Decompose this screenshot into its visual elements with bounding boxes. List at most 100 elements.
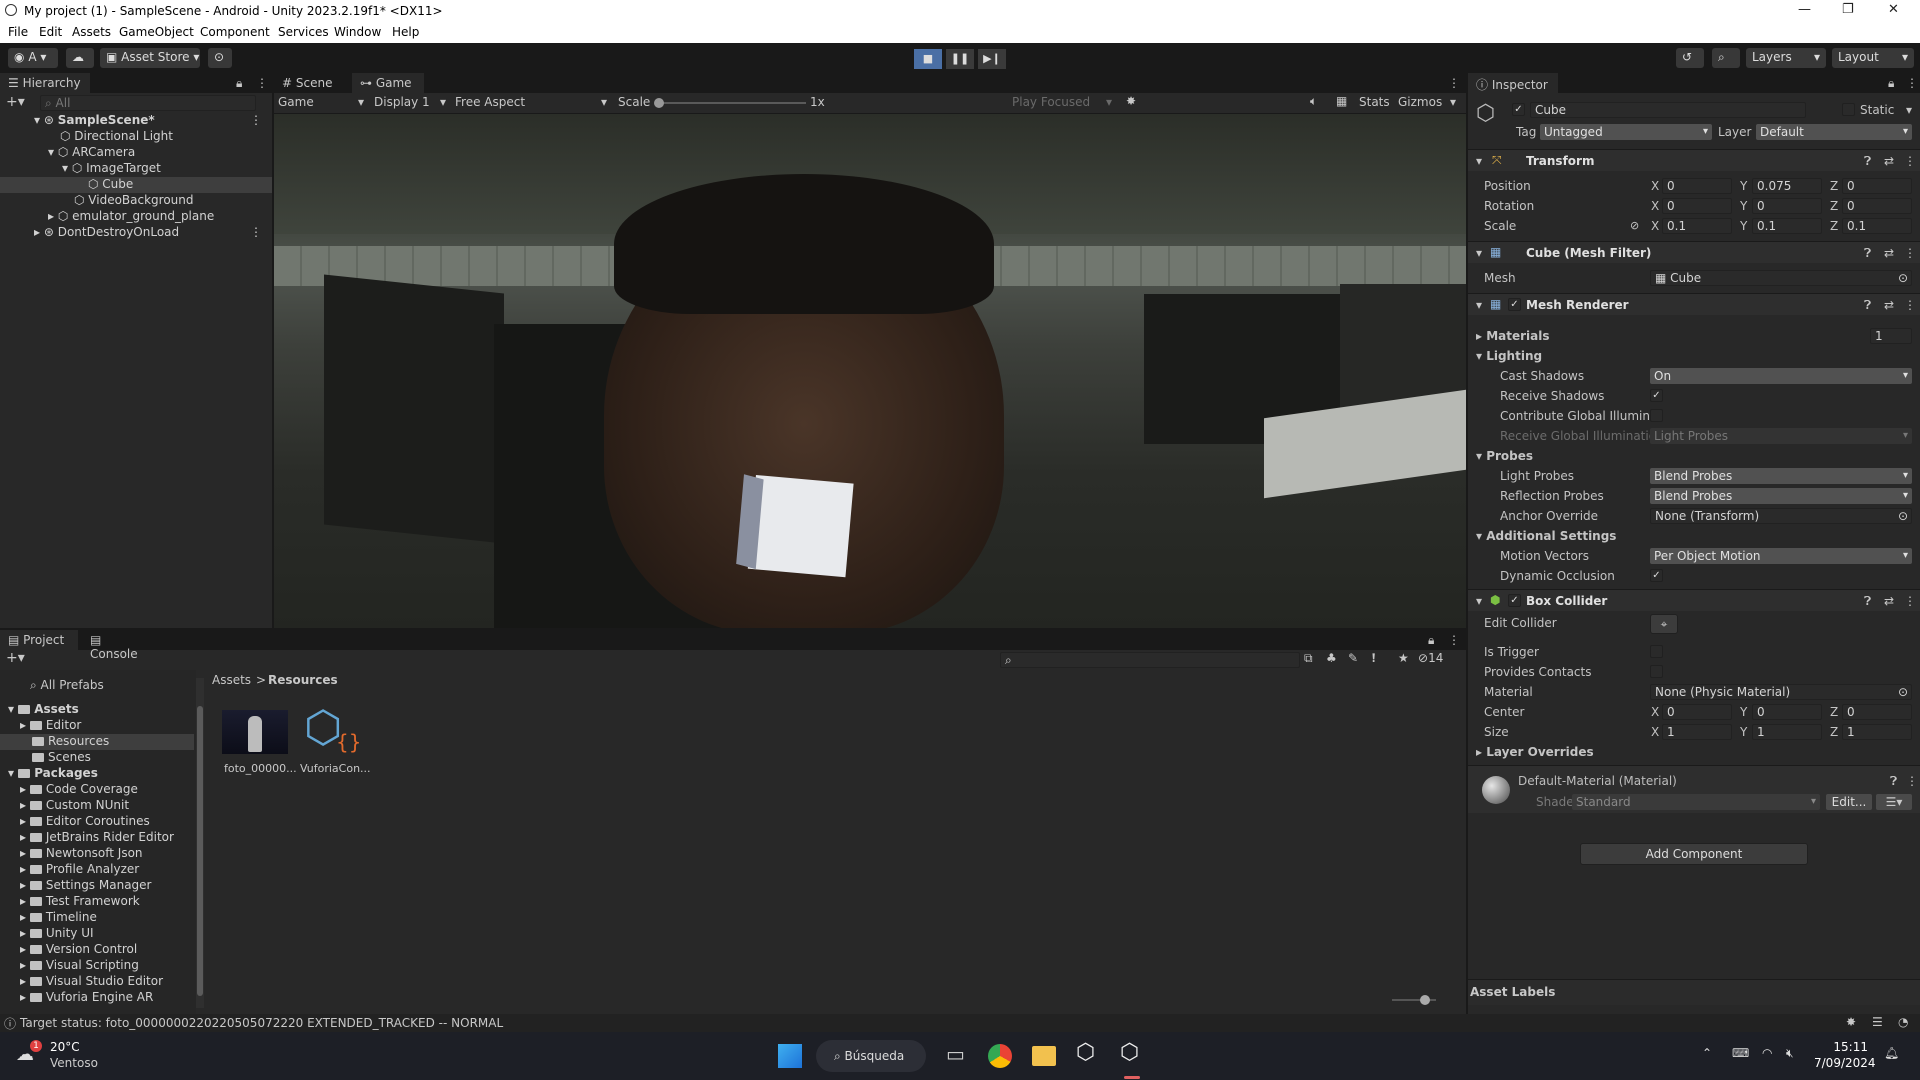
hierarchy-item-arcamera[interactable]: ▾ ⬡ ARCamera <box>0 145 135 161</box>
scale-z-field[interactable]: 0.1 <box>1842 218 1912 234</box>
mute-audio-icon[interactable]: 🔈︎ <box>1310 94 1317 109</box>
hierarchy-item-ground-plane[interactable]: ▸ ⬡ emulator_ground_plane <box>0 209 214 225</box>
tree-item-package[interactable]: ▸ Settings Manager <box>20 878 151 894</box>
rotation-x-field[interactable]: 0 <box>1662 198 1732 214</box>
tab-hierarchy[interactable]: ☰ Hierarchy <box>0 73 90 93</box>
hidden-packages-icon[interactable]: ⊘14 <box>1418 651 1443 665</box>
position-x-field[interactable]: 0 <box>1662 178 1732 194</box>
add-component-button[interactable]: Add Component <box>1580 843 1808 865</box>
size-y-field[interactable]: 1 <box>1752 724 1822 740</box>
kebab-menu-icon[interactable]: ⋮ <box>1448 633 1460 647</box>
hierarchy-item-imagetarget[interactable]: ▾ ⬡ ImageTarget <box>0 161 161 177</box>
cache-server-icon[interactable]: ☰ <box>1872 1015 1883 1029</box>
shader-edit-button[interactable]: Edit... <box>1826 794 1872 810</box>
presets-icon[interactable]: ⇄ <box>1884 594 1894 608</box>
tree-item-scenes[interactable]: Scenes <box>32 750 91 766</box>
tree-item-package[interactable]: ▸ Profile Analyzer <box>20 862 139 878</box>
menu-component[interactable]: Component <box>200 25 270 39</box>
kebab-menu-icon[interactable]: ⋮ <box>1904 298 1916 312</box>
layout-dropdown[interactable]: Layout ▾ <box>1832 48 1914 68</box>
search-by-label-icon[interactable]: ♣ <box>1326 651 1337 665</box>
size-x-field[interactable]: 1 <box>1662 724 1732 740</box>
add-object-button[interactable]: +▾ <box>6 94 25 110</box>
gizmos-button[interactable]: Gizmos <box>1398 95 1442 109</box>
tree-item-package[interactable]: ▸ Newtonsoft Json <box>20 846 143 862</box>
position-z-field[interactable]: 0 <box>1842 178 1912 194</box>
account-button[interactable]: ◉ A ▾ <box>8 48 58 68</box>
hierarchy-item-videobackground[interactable]: ⬡ VideoBackground <box>0 193 194 209</box>
reflection-probes-dropdown[interactable]: Blend Probes <box>1650 488 1912 504</box>
menu-edit[interactable]: Edit <box>39 25 62 39</box>
foldout-arrow-icon[interactable]: ▾ <box>1476 298 1482 312</box>
tree-item-package[interactable]: ▸ Custom NUnit <box>20 798 129 814</box>
kebab-menu-icon[interactable]: ⋮ <box>1904 154 1916 168</box>
center-z-field[interactable]: 0 <box>1842 704 1912 720</box>
dynamic-occlusion-checkbox[interactable]: ✓ <box>1650 569 1663 582</box>
breadcrumb-resources[interactable]: Resources <box>268 673 338 687</box>
create-asset-button[interactable]: +▾ <box>6 650 25 666</box>
kebab-menu-icon[interactable]: ⋮ <box>1906 774 1918 788</box>
hierarchy-item-directional-light[interactable]: ⬡ Directional Light <box>0 129 173 145</box>
presets-icon[interactable]: ⇄ <box>1884 154 1894 168</box>
display-dropdown[interactable]: Display 1 ▾ <box>374 95 446 109</box>
wifi-icon[interactable]: ◠ <box>1762 1046 1772 1060</box>
clock-date[interactable]: 7/09/2024 <box>1814 1056 1876 1070</box>
step-button[interactable]: ▶❙ <box>978 49 1006 69</box>
taskbar-search[interactable]: ⌕ Búsqueda <box>816 1040 926 1072</box>
minimize-button[interactable]: — <box>1798 2 1811 17</box>
materials-foldout[interactable]: ▸ Materials <box>1476 329 1550 343</box>
contribute-gi-checkbox[interactable] <box>1650 409 1663 422</box>
kebab-menu-icon[interactable]: ⋮ <box>256 76 268 90</box>
play-button[interactable]: ■ <box>914 49 942 69</box>
chrome-icon[interactable] <box>988 1044 1012 1068</box>
help-icon[interactable]: ❓︎ <box>1864 154 1871 169</box>
scale-slider-handle[interactable] <box>654 98 664 108</box>
scrollbar-thumb[interactable] <box>197 706 203 996</box>
scale-slider[interactable] <box>654 98 806 108</box>
scale-y-field[interactable]: 0.1 <box>1752 218 1822 234</box>
thumbnail-size-slider[interactable] <box>1392 995 1436 1005</box>
box-collider-enabled-checkbox[interactable]: ✓ <box>1508 594 1521 607</box>
status-message[interactable]: Target status: foto_00000002202205050722… <box>20 1016 503 1030</box>
weather-icon[interactable]: ☁ 1 <box>16 1040 42 1066</box>
menu-help[interactable]: Help <box>392 25 419 39</box>
is-trigger-checkbox[interactable] <box>1650 645 1663 658</box>
static-chevron-icon[interactable]: ▾ <box>1906 103 1912 117</box>
game-mode-dropdown[interactable]: Game ▾ <box>278 95 368 109</box>
unity-hub-icon[interactable]: ⬡ <box>1076 1040 1095 1065</box>
info-icon[interactable]: ❗︎ <box>1372 651 1375 666</box>
project-search-input[interactable]: ⌕ <box>1000 652 1300 668</box>
hierarchy-item-cube[interactable]: ⬡ Cube <box>0 177 272 193</box>
active-checkbox[interactable]: ✓ <box>1512 103 1525 116</box>
layer-dropdown[interactable]: Default <box>1756 124 1912 140</box>
tag-dropdown[interactable]: Untagged <box>1540 124 1712 140</box>
keyboard-icon[interactable]: ⌨ <box>1732 1046 1749 1060</box>
gizmos-chevron-icon[interactable]: ▾ <box>1450 95 1456 109</box>
tree-item-package[interactable]: ▸ Test Framework <box>20 894 140 910</box>
slider-handle[interactable] <box>1420 995 1430 1005</box>
transform-header[interactable]: ▾ ⤧ Transform ❓︎ ⇄ ⋮ <box>1468 149 1920 171</box>
help-icon[interactable]: ❓︎ <box>1864 594 1871 609</box>
clock-time[interactable]: 15:11 <box>1814 1040 1868 1054</box>
size-z-field[interactable]: 1 <box>1842 724 1912 740</box>
tree-item-package[interactable]: ▸ Code Coverage <box>20 782 138 798</box>
mesh-filter-header[interactable]: ▾ ▦ Cube (Mesh Filter) ❓︎ ⇄ ⋮ <box>1468 241 1920 263</box>
version-control-icon[interactable]: ⊙ <box>208 48 232 68</box>
light-probes-dropdown[interactable]: Blend Probes <box>1650 468 1912 484</box>
help-icon[interactable]: ❓︎ <box>1864 298 1871 313</box>
scale-x-field[interactable]: 0.1 <box>1662 218 1732 234</box>
play-focused-dropdown[interactable]: Play Focused ▾ <box>1012 95 1112 109</box>
breadcrumb-assets[interactable]: Assets <box>212 673 251 687</box>
provides-contacts-checkbox[interactable] <box>1650 665 1663 678</box>
tree-item-package[interactable]: ▸ Visual Studio Editor <box>20 974 163 990</box>
static-checkbox[interactable] <box>1842 103 1855 116</box>
menu-assets[interactable]: Assets <box>72 25 111 39</box>
tree-item-package[interactable]: ▸ Version Control <box>20 942 137 958</box>
tree-item-package[interactable]: ▸ Visual Scripting <box>20 958 139 974</box>
favorite-star-icon[interactable]: ★ <box>1398 651 1409 665</box>
constrain-proportions-icon[interactable]: ⊘ <box>1630 219 1639 232</box>
history-icon[interactable]: ↺ <box>1676 48 1704 68</box>
hierarchy-search-input[interactable]: ⌕ All <box>40 95 256 111</box>
lock-icon[interactable]: 🔒︎ <box>1888 76 1894 91</box>
kebab-menu-icon[interactable]: ⋮ <box>1904 594 1916 608</box>
